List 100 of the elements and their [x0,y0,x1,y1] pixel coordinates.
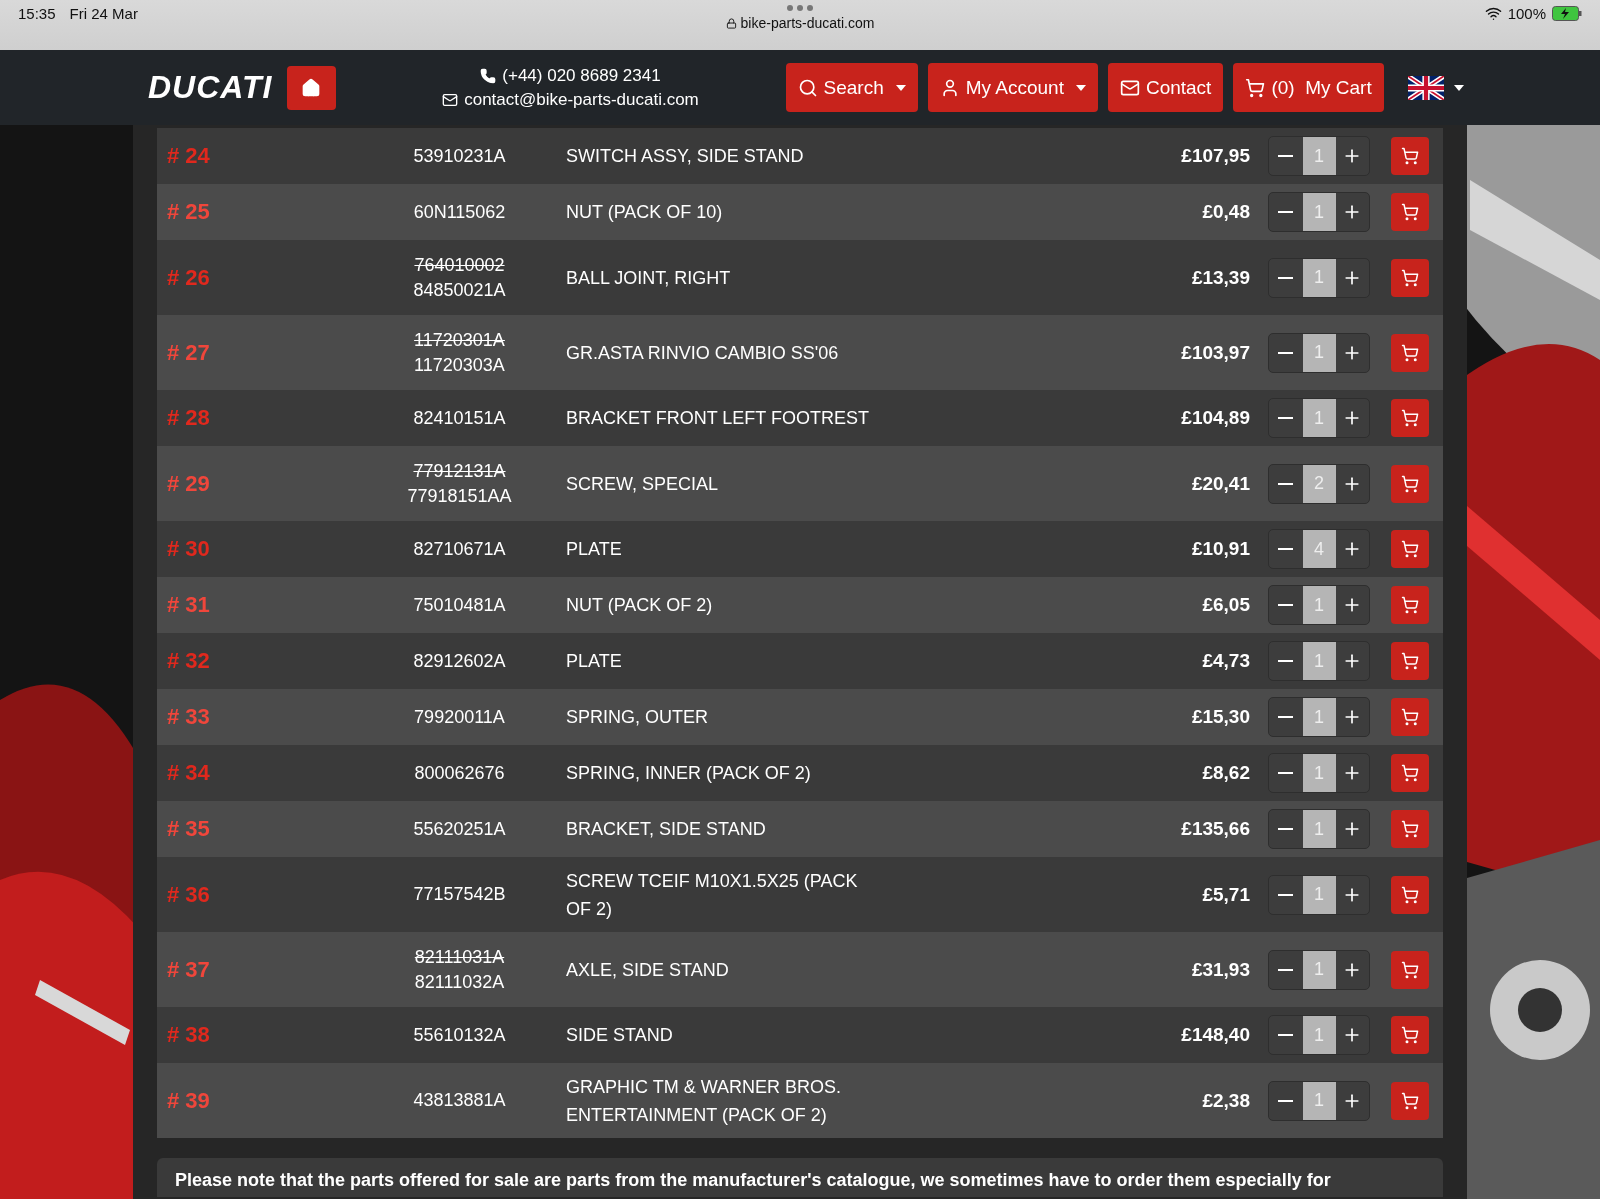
caret-icon [895,84,906,91]
cart-icon [1401,203,1419,221]
quantity-field[interactable]: 1 [1302,698,1336,736]
search-button[interactable]: Search [785,63,918,112]
part-number: 77157542B [413,884,506,905]
price: £10,91 [1190,538,1251,560]
add-to-cart-button[interactable] [1391,1016,1429,1054]
minus-icon [1278,660,1294,662]
price: £2,38 [1201,1089,1251,1112]
home-icon [301,77,321,98]
quantity-field[interactable]: 1 [1302,642,1336,680]
quantity-stepper[interactable]: 2 [1268,463,1370,504]
add-to-cart-button[interactable] [1391,698,1429,736]
add-to-cart-button[interactable] [1391,950,1429,989]
quantity-field[interactable]: 1 [1302,950,1336,989]
quantity-field[interactable]: 1 [1302,193,1336,231]
note-text: Please note that the parts offered for sale are parts from the manufacturer's catalogue, we sometimes have to order them especially for [175,1170,1332,1191]
quantity-field[interactable]: 1 [1302,810,1336,848]
old-part-number: 11720301A [414,329,505,351]
quantity-stepper[interactable]: 1 [1268,641,1370,681]
email-address[interactable]: contact@bike-parts-ducati.com [464,89,699,110]
quantity-stepper[interactable]: 4 [1268,529,1370,569]
quantity-stepper[interactable]: 1 [1268,585,1370,625]
part-description: SIDE STAND [565,1024,674,1047]
add-to-cart-button[interactable] [1391,137,1429,175]
cart-icon [1401,652,1419,670]
quantity-field[interactable]: 1 [1302,137,1336,175]
add-to-cart-button[interactable] [1391,193,1429,231]
quantity-field[interactable]: 2 [1302,464,1336,503]
add-to-cart-button[interactable] [1391,1081,1429,1120]
phone-number[interactable]: (+44) 020 8689 2341 [502,65,661,86]
item-number: # 37 [167,956,211,983]
add-to-cart-button[interactable] [1391,810,1429,848]
price: £4,73 [1201,650,1251,672]
price: £103,97 [1180,341,1251,364]
part-number: 82111032A [414,971,505,993]
cart-icon [1401,764,1419,782]
add-to-cart-button[interactable] [1391,530,1429,568]
quantity-stepper[interactable]: 1 [1268,1015,1370,1055]
part-number: 55610132A [413,1024,506,1046]
quantity-stepper[interactable]: 1 [1268,809,1370,849]
quantity-stepper[interactable]: 1 [1268,697,1370,737]
quantity-stepper[interactable]: 1 [1268,398,1370,438]
flag-icon[interactable] [1407,75,1444,100]
quantity-field[interactable]: 1 [1302,754,1336,792]
item-number: # 39 [167,1087,211,1114]
quantity-stepper[interactable]: 1 [1268,192,1370,232]
status-date: Fri 24 Mar [69,5,138,22]
add-to-cart-button[interactable] [1391,333,1429,372]
part-number: 43813881A [413,1090,506,1111]
cart-button[interactable]: (0) My Cart [1233,63,1384,112]
cart-icon [1401,1091,1419,1110]
price: £13,39 [1190,266,1251,289]
part-number: 84850021A [413,279,506,301]
quantity-field[interactable]: 1 [1302,1016,1336,1054]
quantity-stepper[interactable]: 1 [1268,136,1370,176]
quantity-stepper[interactable]: 1 [1268,332,1370,373]
contact-button[interactable]: Contact [1107,63,1224,112]
minus-icon [1278,482,1294,485]
quantity-field[interactable]: 1 [1302,399,1336,437]
battery-icon [1552,6,1582,21]
quantity-stepper[interactable]: 1 [1268,874,1370,915]
account-button[interactable]: My Account [927,63,1098,112]
add-to-cart-button[interactable] [1391,875,1429,914]
logo[interactable]: DUCATI [148,69,273,106]
add-to-cart-button[interactable] [1391,642,1429,680]
home-button[interactable] [286,65,336,110]
add-to-cart-button[interactable] [1391,258,1429,297]
quantity-field[interactable]: 1 [1302,875,1336,914]
add-to-cart-button[interactable] [1391,464,1429,503]
quantity-field[interactable]: 1 [1302,333,1336,372]
quantity-stepper[interactable]: 1 [1268,949,1370,990]
address-bar-url[interactable]: bike-parts-ducati.com [740,15,875,31]
item-number: # 35 [167,816,211,842]
caret-icon[interactable] [1453,84,1464,91]
cart-icon [1401,540,1419,558]
part-description: SCREW, SPECIAL [565,472,720,496]
quantity-stepper[interactable]: 1 [1268,753,1370,793]
add-to-cart-button[interactable] [1391,586,1429,624]
item-number: # 27 [167,339,211,366]
lock-icon [725,17,737,29]
part-description: SPRING, INNER (PACK OF 2) [565,762,812,785]
minus-icon [1278,1099,1294,1102]
quantity-stepper[interactable]: 1 [1268,257,1370,298]
quantity-field[interactable]: 4 [1302,530,1336,568]
status-time: 15:35 [18,5,56,22]
quantity-field[interactable]: 1 [1302,1081,1336,1120]
add-to-cart-button[interactable] [1391,399,1429,437]
quantity-stepper[interactable]: 1 [1268,1080,1370,1121]
part-description: GR.ASTA RINVIO CAMBIO SS'06 [565,341,840,365]
minus-icon [1278,893,1294,896]
minus-icon [1278,772,1294,774]
more-dots-icon[interactable] [787,5,813,11]
price: £6,05 [1201,594,1251,616]
item-number: # 24 [167,143,211,169]
part-number: 60N115062 [413,201,506,223]
item-number: # 26 [167,264,211,291]
add-to-cart-button[interactable] [1391,754,1429,792]
quantity-field[interactable]: 1 [1302,258,1336,297]
quantity-field[interactable]: 1 [1302,586,1336,624]
